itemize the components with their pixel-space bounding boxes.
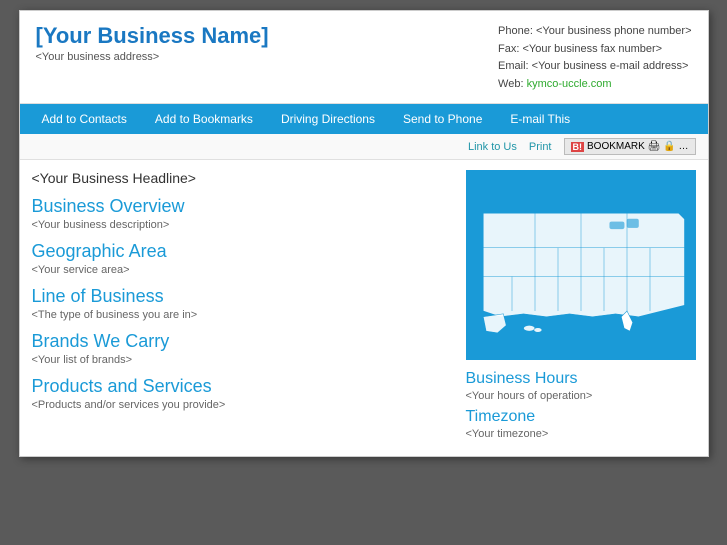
nav-add-bookmarks[interactable]: Add to Bookmarks: [141, 104, 267, 134]
hours-desc: <Your hours of operation>: [466, 390, 696, 402]
brands-title: Brands We Carry: [32, 331, 454, 352]
bookmark-icon: B!: [571, 142, 585, 152]
nav-bar: Add to Contacts Add to Bookmarks Driving…: [20, 104, 708, 134]
business-address: <Your business address>: [36, 51, 269, 63]
link-to-us-button[interactable]: Link to Us: [468, 141, 517, 153]
timezone-title: Timezone: [466, 408, 696, 426]
products-title: Products and Services: [32, 376, 454, 397]
us-map: [466, 170, 696, 360]
email-info: Email: <Your business e-mail address>: [498, 58, 691, 76]
lob-desc: <The type of business you are in>: [32, 309, 454, 321]
web-label: Web:: [498, 78, 527, 90]
web-info: Web: kymco-uccle.com: [498, 76, 691, 94]
web-url-link[interactable]: kymco-uccle.com: [527, 78, 612, 90]
brands-desc: <Your list of brands>: [32, 354, 454, 366]
geo-desc: <Your service area>: [32, 264, 454, 276]
business-headline: <Your Business Headline>: [32, 170, 454, 186]
toolbar: Link to Us Print B! BOOKMARK 🖨 🔒 …: [20, 134, 708, 160]
timezone-desc: <Your timezone>: [466, 428, 696, 440]
header-right: Phone: <Your business phone number> Fax:…: [498, 23, 691, 93]
overview-desc: <Your business description>: [32, 219, 454, 231]
lob-title: Line of Business: [32, 286, 454, 307]
products-desc: <Products and/or services you provide>: [32, 399, 454, 411]
print-button[interactable]: Print: [529, 141, 552, 153]
bookmark-button[interactable]: B! BOOKMARK 🖨 🔒 …: [564, 138, 696, 155]
us-map-svg: [466, 170, 696, 360]
nav-send-to-phone[interactable]: Send to Phone: [389, 104, 496, 134]
nav-email-this[interactable]: E-mail This: [496, 104, 584, 134]
hours-title: Business Hours: [466, 370, 696, 388]
business-name: [Your Business Name]: [36, 23, 269, 49]
header: [Your Business Name] <Your business addr…: [20, 11, 708, 104]
page-wrapper: [Your Business Name] <Your business addr…: [19, 10, 709, 457]
main-content: <Your Business Headline> Business Overvi…: [20, 160, 708, 456]
bookmark-label: BOOKMARK: [587, 141, 645, 152]
nav-driving-directions[interactable]: Driving Directions: [267, 104, 389, 134]
phone-info: Phone: <Your business phone number>: [498, 23, 691, 41]
nav-add-contacts[interactable]: Add to Contacts: [28, 104, 141, 134]
geo-title: Geographic Area: [32, 241, 454, 262]
left-column: <Your Business Headline> Business Overvi…: [32, 170, 454, 446]
header-left: [Your Business Name] <Your business addr…: [36, 23, 269, 63]
overview-title: Business Overview: [32, 196, 454, 217]
fax-info: Fax: <Your business fax number>: [498, 41, 691, 59]
right-column: Business Hours <Your hours of operation>…: [466, 170, 696, 446]
bookmark-icons-extra: 🖨 🔒 …: [648, 141, 689, 152]
